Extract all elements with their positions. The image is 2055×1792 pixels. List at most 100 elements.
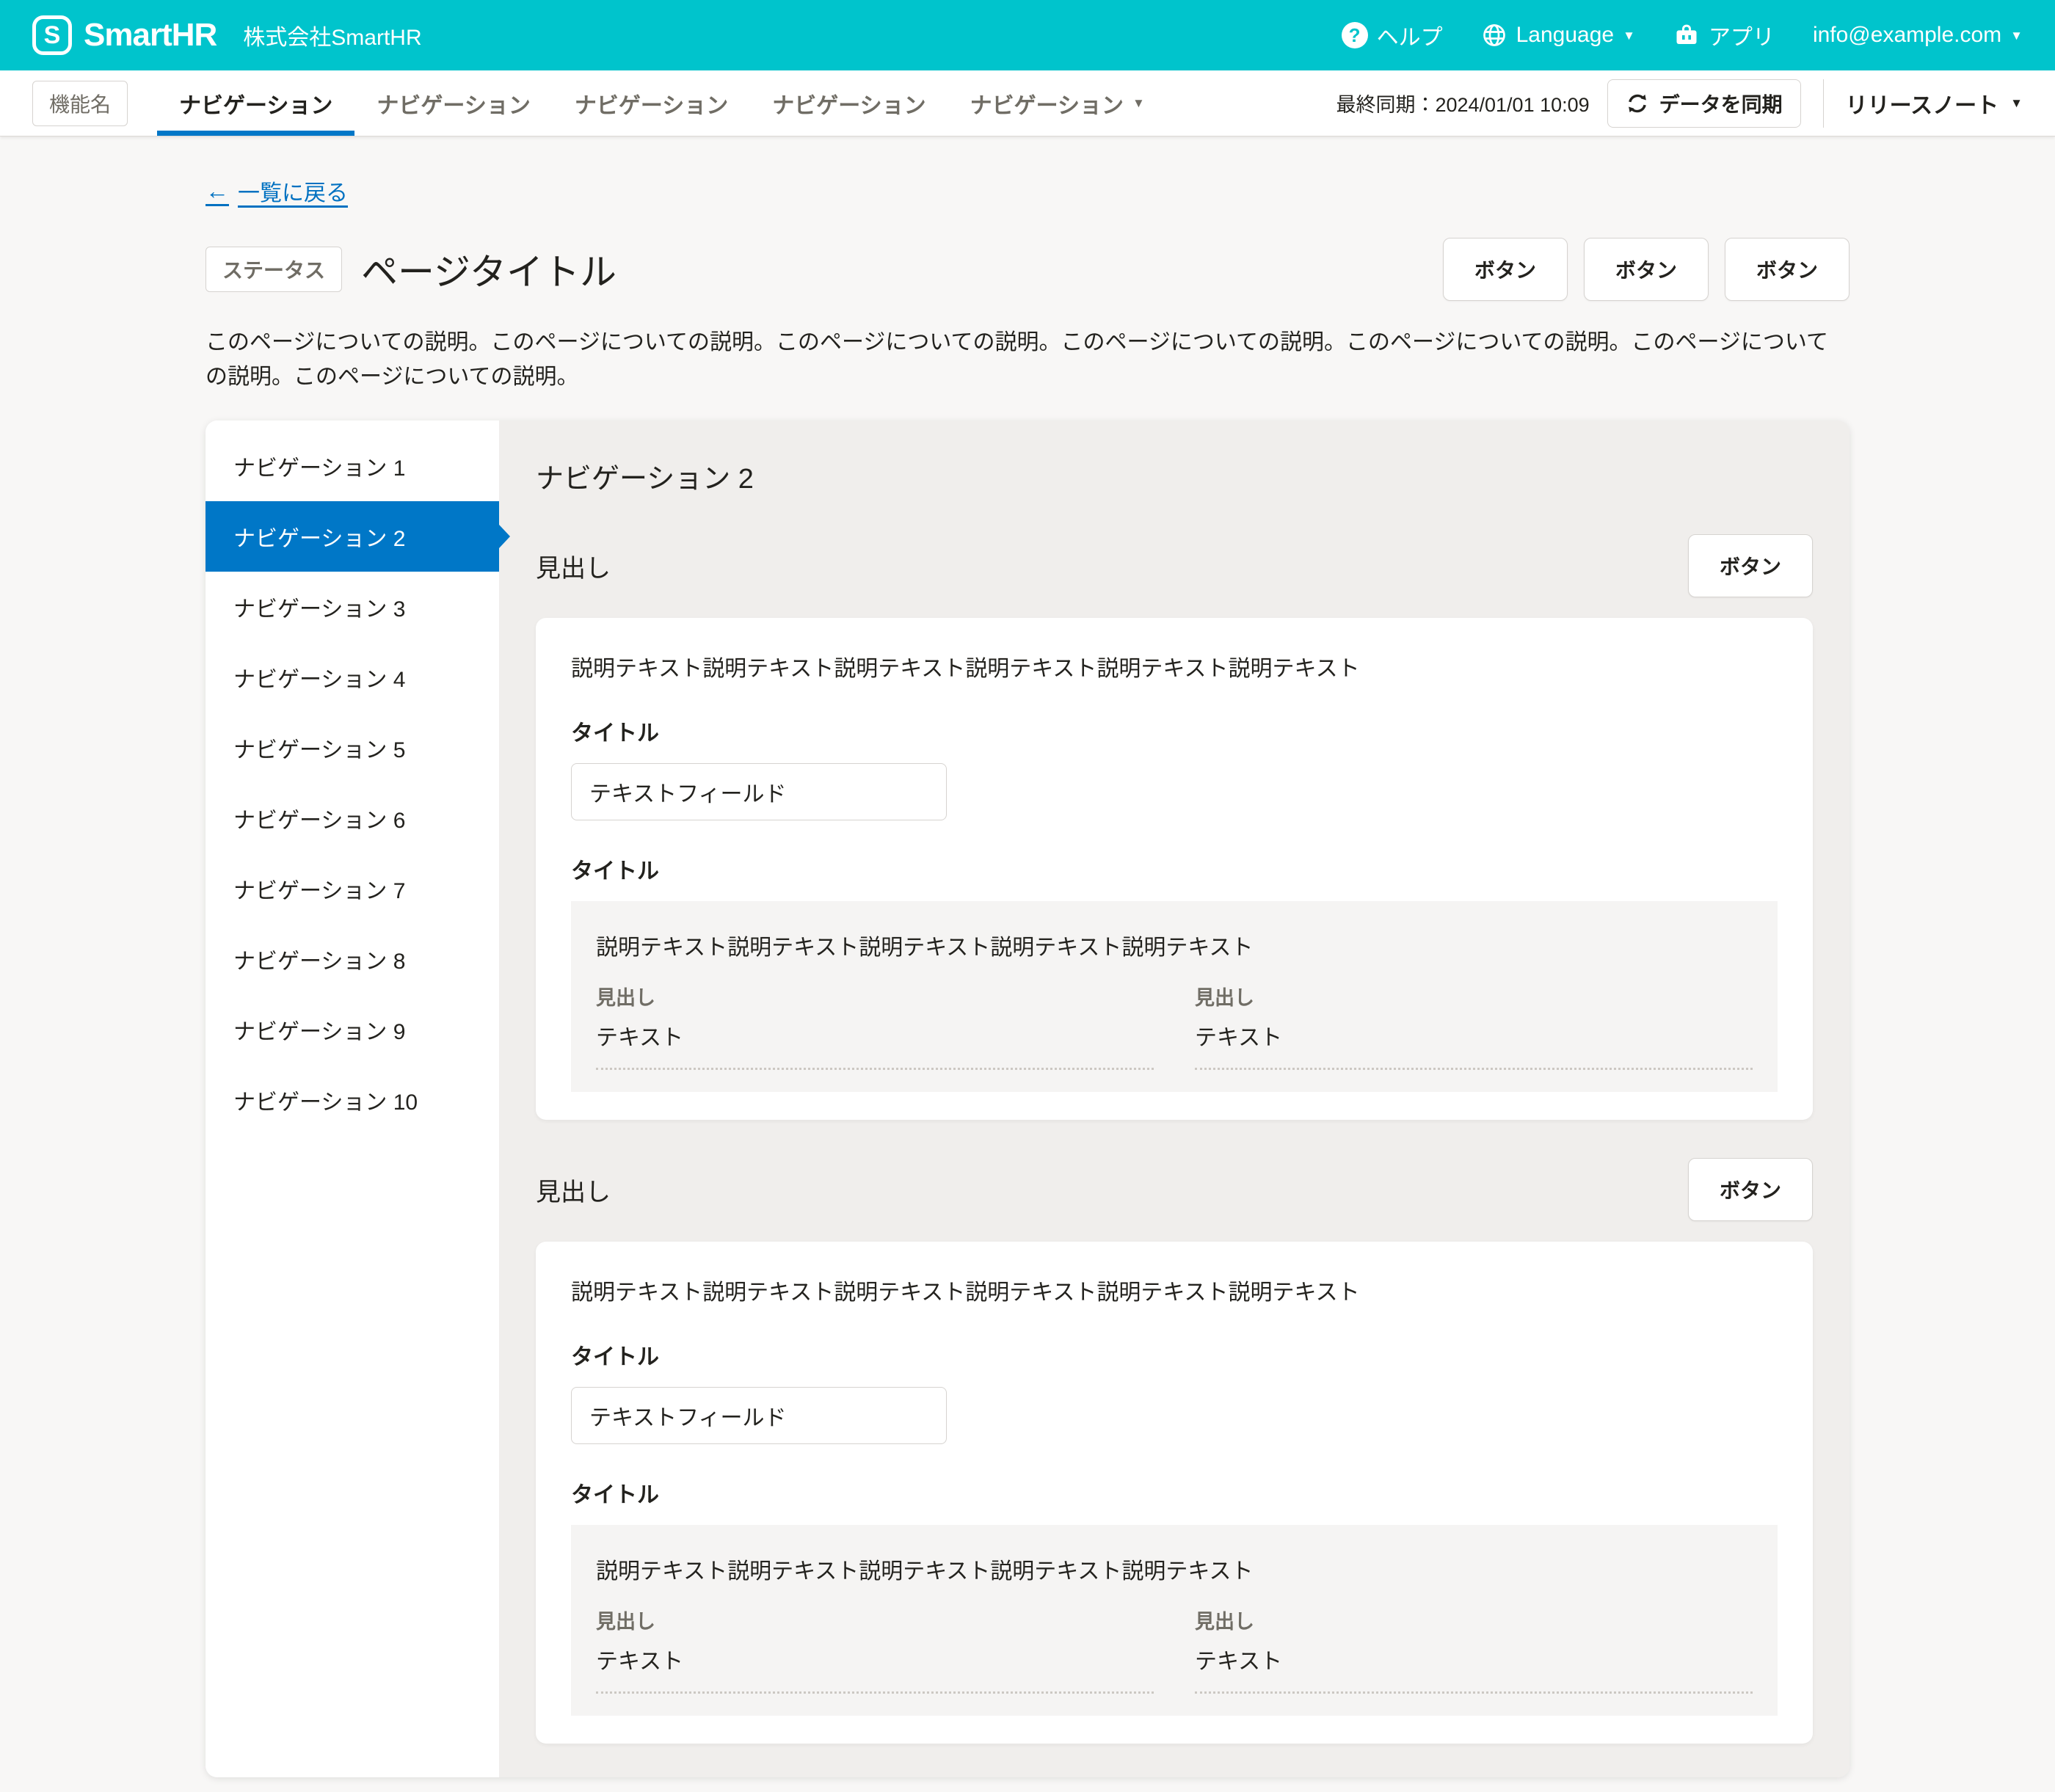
content-section-2: 見出し ボタン 説明テキスト説明テキスト説明テキスト説明テキスト説明テキスト説明… [536, 1158, 1813, 1744]
group-label: タイトル [571, 1476, 1778, 1509]
feature-name-badge: 機能名 [32, 81, 128, 126]
content-panel: ナビゲーション 2 見出し ボタン 説明テキスト説明テキスト説明テキスト説明テキ… [499, 420, 1849, 1777]
sync-data-button[interactable]: データを同期 [1607, 79, 1801, 128]
page-description: このページについての説明。このページについての説明。このページについての説明。こ… [205, 326, 1849, 394]
last-sync-timestamp: 最終同期：2024/01/01 10:09 [1336, 89, 1589, 117]
definition-columns: 見出し テキスト 見出し テキスト [596, 982, 1753, 1070]
globe-icon [1481, 22, 1507, 48]
header-actions: ? ヘルプ Language ▼ アプリ info@example.com [1342, 19, 2023, 51]
page-action-button-2[interactable]: ボタン [1584, 238, 1709, 301]
section-button[interactable]: ボタン [1688, 1158, 1813, 1221]
tab-navigation-3[interactable]: ナビゲーション [553, 70, 750, 136]
nav-tabs: ナビゲーション ナビゲーション ナビゲーション ナビゲーション ナビゲーション … [157, 70, 1167, 136]
section-header: 見出し ボタン [536, 534, 1813, 597]
sidebar-item[interactable]: ナビゲーション 1 [205, 431, 499, 501]
tab-label: ナビゲーション [772, 87, 925, 120]
section-header: 見出し ボタン [536, 1158, 1813, 1221]
tab-label: ナビゲーション [377, 87, 530, 120]
form-card: 説明テキスト説明テキスト説明テキスト説明テキスト説明テキスト説明テキスト タイト… [536, 1242, 1813, 1744]
help-icon: ? [1342, 22, 1368, 48]
chevron-down-icon: ▼ [2010, 29, 2023, 42]
side-nav: ナビゲーション 1 ナビゲーション 2 ナビゲーション 3 ナビゲーション 4 … [205, 420, 499, 1777]
help-label: ヘルプ [1377, 19, 1443, 51]
detail-group-box: 説明テキスト説明テキスト説明テキスト説明テキスト説明テキスト 見出し テキスト … [571, 1525, 1778, 1716]
title-text-field[interactable] [571, 1387, 947, 1444]
sidebar-item[interactable]: ナビゲーション 5 [205, 713, 499, 783]
section-button[interactable]: ボタン [1688, 534, 1813, 597]
definition-heading: 見出し [1195, 1606, 1753, 1634]
back-to-list-link[interactable]: ← 一覧に戻る [205, 175, 348, 207]
tab-navigation-4[interactable]: ナビゲーション [750, 70, 948, 136]
divider [1823, 79, 1824, 128]
definition-heading: 見出し [596, 1606, 1154, 1634]
app-nav: 機能名 ナビゲーション ナビゲーション ナビゲーション ナビゲーション ナビゲー… [0, 70, 2055, 136]
definition-text: テキスト [1195, 1019, 1753, 1052]
page-action-buttons: ボタン ボタン ボタン [1443, 238, 1849, 301]
language-menu[interactable]: Language ▼ [1481, 22, 1635, 48]
company-name: 株式会社SmartHR [243, 19, 421, 51]
account-email: info@example.com [1813, 23, 2001, 48]
group-description: 説明テキスト説明テキスト説明テキスト説明テキスト説明テキスト [596, 929, 1753, 961]
title-text-field[interactable] [571, 763, 947, 820]
definition-text: テキスト [1195, 1643, 1753, 1675]
page-header: ステータス ページタイトル ボタン ボタン ボタン [205, 238, 1849, 301]
left-arrow-icon: ← [205, 178, 229, 205]
section-heading: 見出し [536, 548, 611, 584]
tab-label: ナビゲーション [179, 87, 332, 120]
tab-navigation-2[interactable]: ナビゲーション [354, 70, 552, 136]
definition-heading: 見出し [1195, 982, 1753, 1010]
smarthr-logo-text: SmartHR [84, 17, 217, 54]
detail-group-box: 説明テキスト説明テキスト説明テキスト説明テキスト説明テキスト 見出し テキスト … [571, 901, 1778, 1092]
chevron-down-icon: ▼ [1623, 29, 1635, 42]
sidebar-item[interactable]: ナビゲーション 3 [205, 572, 499, 642]
sidebar-item[interactable]: ナビゲーション 4 [205, 642, 499, 713]
refresh-icon [1626, 92, 1649, 115]
chevron-down-icon: ▼ [2010, 97, 2023, 109]
sync-data-label: データを同期 [1659, 89, 1783, 118]
sidebar-item-active[interactable]: ナビゲーション 2 [205, 501, 499, 572]
definition-item: 見出し テキスト [596, 1606, 1154, 1694]
tab-navigation-1[interactable]: ナビゲーション [157, 70, 354, 136]
card-description: 説明テキスト説明テキスト説明テキスト説明テキスト説明テキスト説明テキスト [571, 1274, 1778, 1306]
definition-text: テキスト [596, 1643, 1154, 1675]
group-label: タイトル [571, 853, 1778, 885]
definition-heading: 見出し [596, 982, 1154, 1010]
tab-label: ナビゲーション [970, 87, 1124, 120]
page-action-button-1[interactable]: ボタン [1443, 238, 1568, 301]
panel-heading: ナビゲーション 2 [536, 456, 1813, 496]
apps-label: アプリ [1709, 19, 1775, 51]
release-notes-label: リリースノート [1846, 87, 1999, 120]
sidebar-item[interactable]: ナビゲーション 8 [205, 924, 499, 994]
form-card: 説明テキスト説明テキスト説明テキスト説明テキスト説明テキスト説明テキスト タイト… [536, 618, 1813, 1120]
section-heading: 見出し [536, 1172, 611, 1208]
definition-columns: 見出し テキスト 見出し テキスト [596, 1606, 1753, 1694]
sidebar-item[interactable]: ナビゲーション 7 [205, 853, 499, 924]
content-section-1: 見出し ボタン 説明テキスト説明テキスト説明テキスト説明テキスト説明テキスト説明… [536, 534, 1813, 1120]
definition-item: 見出し テキスト [1195, 1606, 1753, 1694]
smarthr-logo[interactable]: S SmartHR [32, 15, 217, 55]
release-notes-menu[interactable]: リリースノート ▼ [1846, 87, 2023, 120]
field-label: タイトル [571, 1338, 1778, 1371]
back-link-label: 一覧に戻る [238, 175, 348, 207]
card-description: 説明テキスト説明テキスト説明テキスト説明テキスト説明テキスト説明テキスト [571, 650, 1778, 682]
account-menu[interactable]: info@example.com ▼ [1813, 23, 2023, 48]
group-description: 説明テキスト説明テキスト説明テキスト説明テキスト説明テキスト [596, 1553, 1753, 1585]
tab-navigation-5-dropdown[interactable]: ナビゲーション ▼ [948, 70, 1167, 136]
page-title: ページタイトル [361, 243, 616, 296]
brand-header: S SmartHR 株式会社SmartHR ? ヘルプ Language ▼ [0, 0, 2055, 70]
briefcase-icon [1673, 22, 1700, 48]
tab-label: ナビゲーション [575, 87, 728, 120]
definition-item: 見出し テキスト [1195, 982, 1753, 1070]
content-container: ナビゲーション 1 ナビゲーション 2 ナビゲーション 3 ナビゲーション 4 … [205, 420, 1849, 1777]
definition-text: テキスト [596, 1019, 1154, 1052]
sidebar-item[interactable]: ナビゲーション 9 [205, 994, 499, 1065]
status-badge: ステータス [205, 247, 342, 292]
page-action-button-3[interactable]: ボタン [1725, 238, 1849, 301]
sidebar-item[interactable]: ナビゲーション 6 [205, 783, 499, 853]
chevron-down-icon: ▼ [1132, 97, 1145, 109]
page-body: ← 一覧に戻る ステータス ページタイトル ボタン ボタン ボタン このページに… [205, 136, 1849, 1777]
sidebar-item[interactable]: ナビゲーション 10 [205, 1065, 499, 1135]
apps-menu[interactable]: アプリ [1673, 19, 1775, 51]
help-menu[interactable]: ? ヘルプ [1342, 19, 1443, 51]
smarthr-logo-icon: S [32, 15, 72, 55]
